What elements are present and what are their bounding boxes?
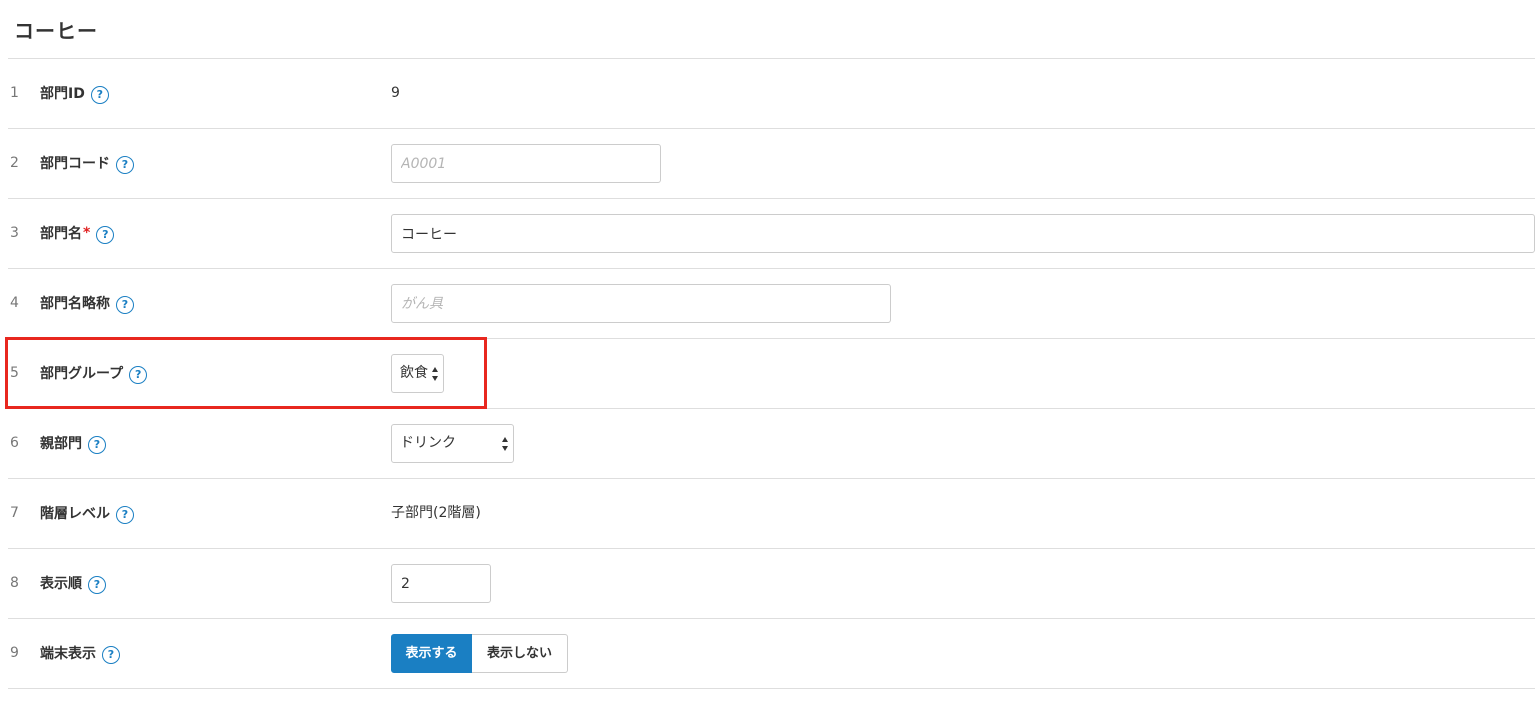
field-label-text: 部門コード (40, 156, 110, 172)
hide-button[interactable]: 表示しない (472, 634, 568, 673)
field-label-text: 部門ID (40, 86, 85, 102)
field-label-text: 階層レベル (40, 506, 110, 522)
display-order-input[interactable] (391, 564, 491, 603)
help-icon[interactable]: ? (88, 436, 106, 454)
field-label: 表示順 ? (40, 572, 106, 594)
form-row-department-short-name: 4 部門名略称 ? (0, 268, 1540, 338)
help-icon[interactable]: ? (90, 86, 109, 104)
row-number: 3 (10, 225, 19, 241)
field-label: 部門コード ? (40, 152, 134, 174)
row-number: 6 (10, 435, 19, 451)
terminal-display-toggle: 表示する 表示しない (391, 634, 568, 673)
form-row-parent-department: 6 親部門 ? ドリンク (0, 408, 1540, 478)
help-icon[interactable]: ? (116, 156, 134, 174)
page-title: コーヒー (14, 19, 98, 43)
help-icon[interactable]: ? (116, 506, 134, 524)
field-label: 階層レベル ? (40, 502, 134, 524)
department-name-input[interactable] (391, 214, 1535, 253)
field-label: 部門名 * ? (40, 222, 115, 244)
form-row-department-code: 2 部門コード ? (0, 128, 1540, 198)
row-number: 2 (10, 155, 19, 171)
form-row-department-name: 3 部門名 * ? (0, 198, 1540, 268)
required-mark: * (83, 225, 91, 241)
field-label: 部門ID ? (40, 82, 109, 104)
divider (8, 688, 1535, 689)
form-row-display-order: 8 表示順 ? (0, 548, 1540, 618)
form-row-terminal-display: 9 端末表示 ? (0, 618, 1540, 688)
help-icon[interactable]: ? (116, 296, 134, 314)
row-number: 1 (10, 85, 19, 101)
form-row-hierarchy-level: 7 階層レベル ? 子部門(2階層) (0, 478, 1540, 548)
select-arrows-icon (502, 437, 509, 451)
department-code-input[interactable] (391, 144, 661, 183)
department-id-value: 9 (391, 85, 400, 101)
field-label: 部門名略称 ? (40, 292, 134, 314)
field-label: 端末表示 ? (40, 642, 120, 664)
help-icon[interactable]: ? (102, 646, 120, 664)
parent-department-selected: ドリンク (400, 435, 456, 451)
field-label-text: 表示順 (40, 576, 82, 592)
field-label-text: 部門名略称 (40, 296, 110, 312)
field-label: 親部門 ? (40, 432, 106, 454)
parent-department-select[interactable]: ドリンク (391, 424, 514, 463)
field-label-text: 端末表示 (40, 646, 96, 662)
row-number: 7 (10, 505, 19, 521)
help-icon[interactable]: ? (96, 226, 115, 244)
row-number: 9 (10, 645, 19, 661)
field-label-text: 親部門 (40, 436, 82, 452)
help-icon[interactable]: ? (88, 576, 106, 594)
row-number: 4 (10, 295, 19, 311)
highlight-box (5, 337, 487, 409)
form-row-department-id: 1 部門ID ? 9 (0, 58, 1540, 128)
show-button[interactable]: 表示する (391, 634, 472, 673)
field-label-text: 部門名 (40, 226, 82, 242)
department-short-name-input[interactable] (391, 284, 891, 323)
hierarchy-level-value: 子部門(2階層) (391, 505, 481, 521)
row-number: 8 (10, 575, 19, 591)
